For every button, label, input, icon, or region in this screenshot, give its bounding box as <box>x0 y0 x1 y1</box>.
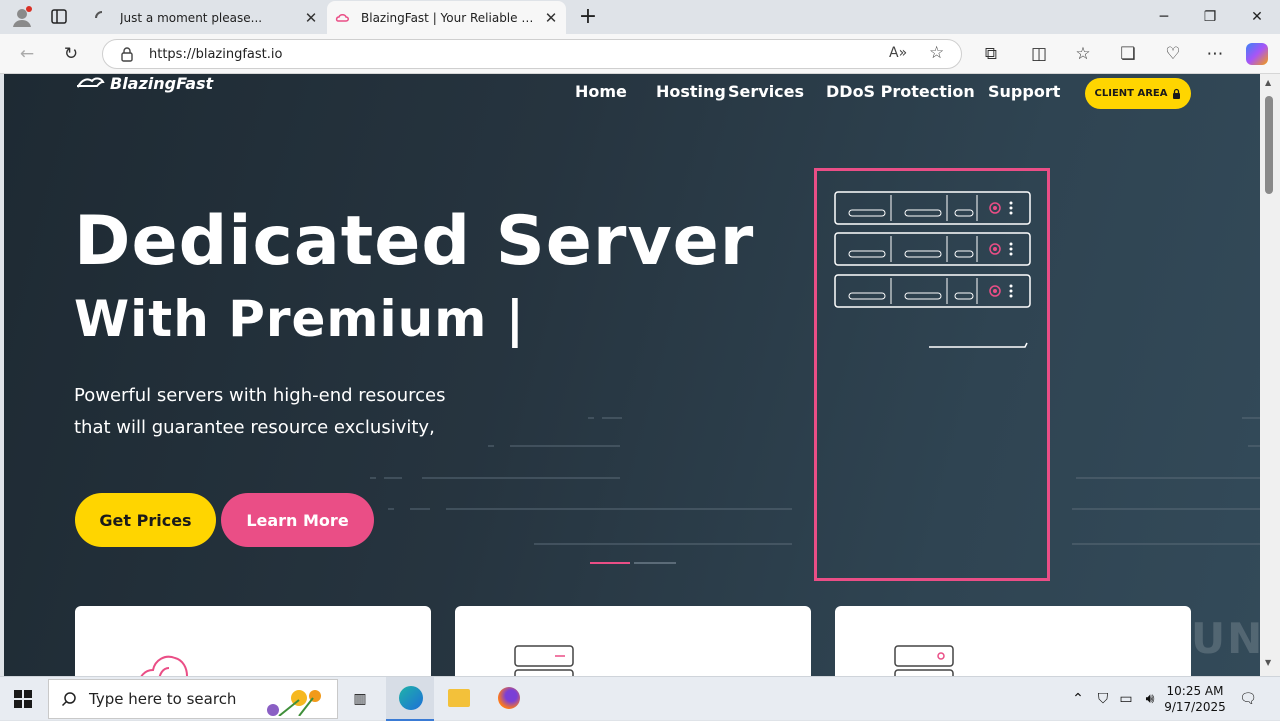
new-tab-button[interactable]: + <box>575 2 601 32</box>
server-icon <box>893 644 957 676</box>
brand-logo[interactable]: BlazingFast <box>76 74 213 93</box>
page-scrollbar[interactable]: ▲ ▼ <box>1260 74 1280 676</box>
profile-icon[interactable] <box>10 5 34 29</box>
edge-taskbar-icon[interactable] <box>386 677 434 721</box>
clock-date: 9/17/2025 <box>1164 700 1226 714</box>
anyrun-watermark: ANY RUN <box>1036 614 1260 663</box>
browser-tab-strip: Just a moment please... ✕ BlazingFast | … <box>0 0 1280 34</box>
system-clock[interactable]: 10:25 AM 9/17/2025 <box>1160 683 1230 715</box>
hero-lead-line: that will guarantee resource exclusivity… <box>74 417 435 438</box>
read-aloud-icon[interactable]: A» <box>889 45 907 61</box>
feature-card-cloud[interactable] <box>75 606 431 676</box>
lock-icon <box>1172 88 1181 99</box>
task-view-icon[interactable]: ▥ <box>346 677 374 721</box>
windows-start-icon[interactable] <box>14 690 32 708</box>
network-icon[interactable]: ▭ <box>1116 677 1136 721</box>
search-placeholder: Type here to search <box>89 690 237 708</box>
flame-logo-icon <box>76 75 106 93</box>
tab-actions-icon[interactable] <box>50 8 70 26</box>
nav-support[interactable]: Support <box>988 82 1060 101</box>
cloud-favicon-icon <box>335 10 351 26</box>
security-tray-icon[interactable]: ⛉ <box>1093 677 1113 721</box>
tab-just-a-moment[interactable]: Just a moment please... ✕ <box>86 1 326 34</box>
minimize-icon[interactable]: ─ <box>1141 0 1187 34</box>
nav-services[interactable]: Services <box>728 82 804 101</box>
scroll-up-icon[interactable]: ▲ <box>1265 78 1271 87</box>
address-bar[interactable]: https://blazingfast.io A» ☆ <box>102 39 962 69</box>
close-window-icon[interactable]: ✕ <box>1234 0 1280 34</box>
settings-more-icon[interactable]: ⋯ <box>1200 40 1230 68</box>
volume-icon[interactable]: 🔊︎ <box>1140 677 1160 721</box>
hero-subtitle: With Premium | <box>74 290 526 348</box>
nav-home[interactable]: Home <box>575 82 627 101</box>
restore-icon[interactable]: ❐ <box>1187 0 1233 34</box>
flowers-icon <box>259 686 329 717</box>
nav-ddos-protection[interactable]: DDoS Protection <box>826 82 975 101</box>
extensions-icon[interactable]: ⧉ <box>976 40 1006 68</box>
taskbar-search-box[interactable]: Type here to search <box>48 679 338 719</box>
feature-card-server[interactable] <box>455 606 811 676</box>
tab-title: Just a moment please... <box>120 10 263 25</box>
show-hidden-icons-icon[interactable]: ⌃ <box>1068 677 1088 721</box>
client-area-button[interactable]: CLIENT AREA <box>1085 78 1191 109</box>
favorite-star-icon[interactable]: ☆ <box>929 43 944 63</box>
close-tab-icon[interactable]: ✕ <box>302 9 320 27</box>
notifications-icon[interactable]: 🗨︎ <box>1236 677 1260 721</box>
hero-lead: Powerful servers with high-end resources… <box>74 380 494 444</box>
firefox-icon[interactable] <box>498 687 520 709</box>
scroll-down-icon[interactable]: ▼ <box>1265 658 1271 667</box>
cloud-icon <box>133 646 197 676</box>
taskbar: Type here to search ▥ ⌃ ⛉ ▭ 🔊︎ 10:25 AM … <box>0 676 1280 721</box>
nav-hosting[interactable]: Hosting <box>656 82 726 101</box>
server-rack-illustration <box>814 168 1050 581</box>
web-page: BlazingFast Home Hosting Services DDoS P… <box>4 74 1260 676</box>
back-icon[interactable]: ← <box>12 40 42 68</box>
server-units-icon <box>834 191 1031 348</box>
address-toolbar: ← ↻ https://blazingfast.io A» ☆ ⧉ ◫ ☆ ❏ … <box>0 34 1280 74</box>
tab-blazingfast[interactable]: BlazingFast | Your Reliable Hosting ✕ <box>327 1 566 34</box>
loading-icon <box>94 10 110 26</box>
lock-icon[interactable] <box>119 46 135 62</box>
decorative-lines <box>370 417 1260 564</box>
split-screen-icon[interactable]: ◫ <box>1024 40 1054 68</box>
close-tab-icon[interactable]: ✕ <box>542 9 560 27</box>
url-text: https://blazingfast.io <box>149 47 283 62</box>
hero-lead-line: Powerful servers with high-end resources <box>74 385 446 406</box>
tab-title: BlazingFast | Your Reliable Hosting <box>361 10 541 25</box>
browser-essentials-icon[interactable]: ♡ <box>1158 40 1188 68</box>
server-icon <box>513 644 577 676</box>
logo-text: BlazingFast <box>110 74 214 93</box>
learn-more-button[interactable]: Learn More <box>221 493 374 547</box>
client-area-label: CLIENT AREA <box>1094 88 1168 99</box>
file-explorer-icon[interactable] <box>448 689 470 707</box>
collections-icon[interactable]: ❏ <box>1113 40 1143 68</box>
copilot-icon[interactable] <box>1246 43 1268 65</box>
get-prices-button[interactable]: Get Prices <box>75 493 216 547</box>
refresh-icon[interactable]: ↻ <box>56 40 86 68</box>
scroll-thumb[interactable] <box>1265 96 1273 194</box>
hero-title: Dedicated Server <box>74 202 755 281</box>
clock-time: 10:25 AM <box>1166 684 1224 698</box>
search-icon <box>61 691 77 707</box>
favorites-icon[interactable]: ☆ <box>1068 40 1098 68</box>
